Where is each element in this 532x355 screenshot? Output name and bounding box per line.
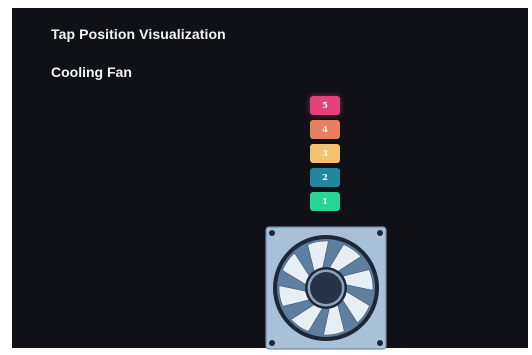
cooling-fan-icon [265,226,387,350]
visualization-panel: Tap Position Visualization Cooling Fan 5… [12,8,528,350]
tap-position-1[interactable]: 1 [310,192,340,211]
screw-bottom-right [377,340,383,346]
screw-top-right [377,230,383,236]
tap-position-4[interactable]: 4 [310,120,340,139]
page-title: Tap Position Visualization [51,26,226,42]
tap-position-stack: 5 4 3 2 1 [310,96,340,216]
screw-top-left [269,230,275,236]
section-title: Cooling Fan [51,64,132,80]
tap-position-5[interactable]: 5 [310,96,340,115]
screw-bottom-left [269,340,275,346]
fan-hub [310,272,342,304]
tap-position-3[interactable]: 3 [310,144,340,163]
tap-position-2[interactable]: 2 [310,168,340,187]
cooling-fan-visual [265,226,387,350]
